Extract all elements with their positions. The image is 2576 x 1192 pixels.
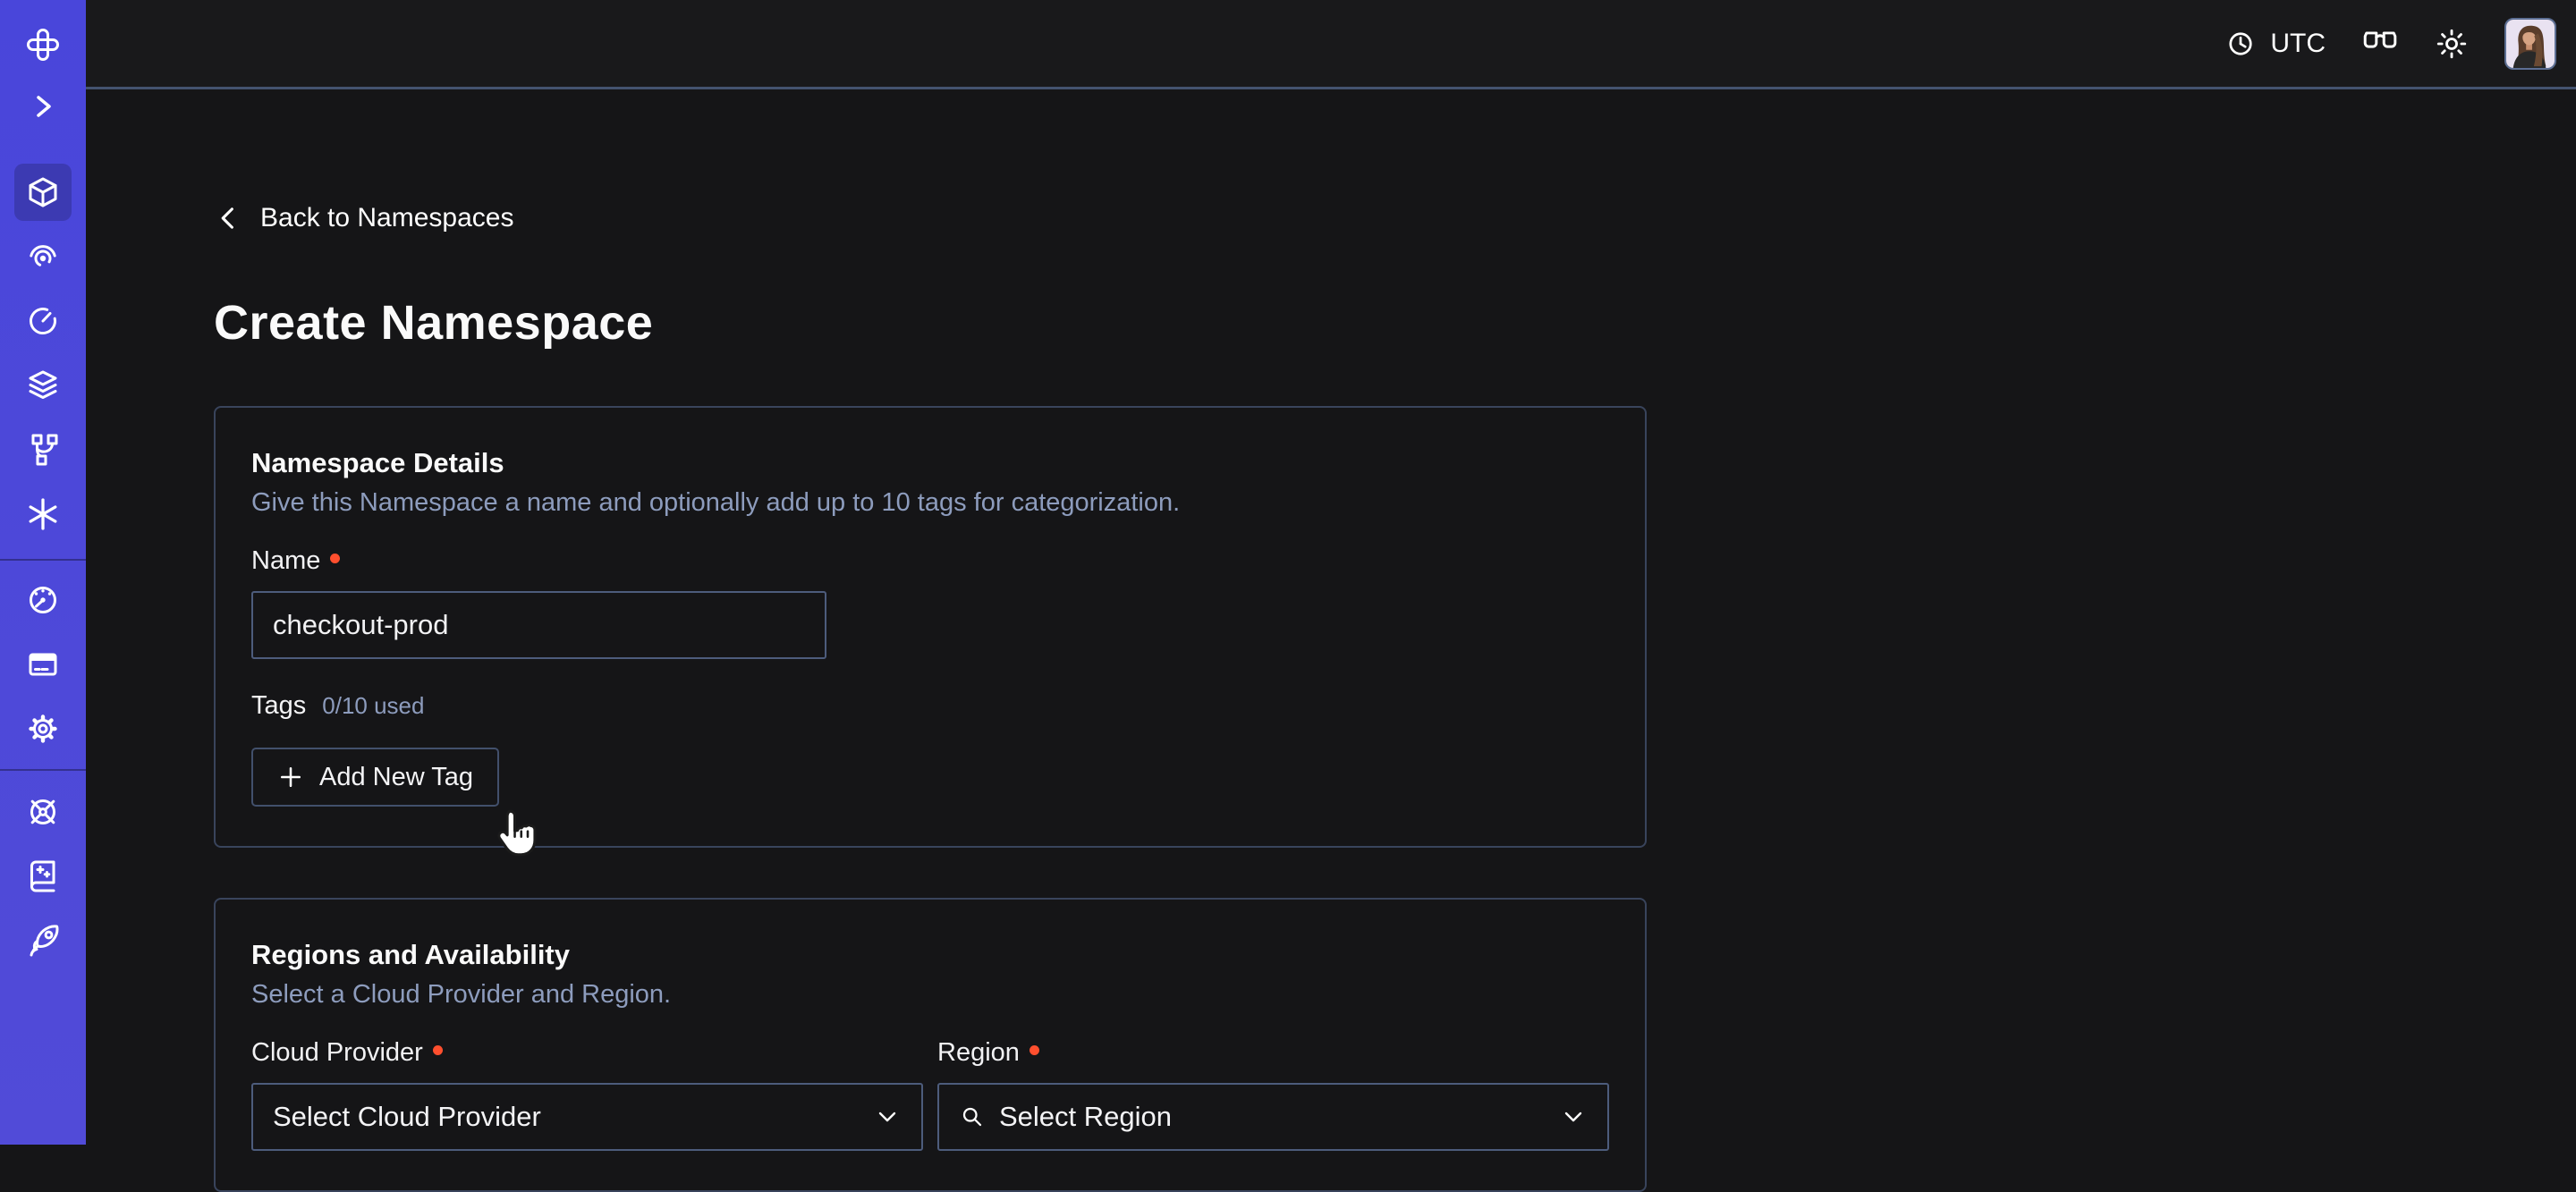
sidebar-item-namespaces[interactable] bbox=[14, 164, 72, 221]
settings-gear-icon bbox=[25, 711, 61, 747]
theme-toggle-button[interactable] bbox=[2435, 27, 2469, 61]
cloud-provider-field: Cloud Provider Select Cloud Provider bbox=[251, 1010, 923, 1151]
sidebar-divider bbox=[0, 769, 86, 771]
timezone-label: UTC bbox=[2270, 29, 2326, 59]
required-dot bbox=[330, 554, 340, 563]
cloud-provider-value: Select Cloud Provider bbox=[273, 1101, 541, 1133]
sidebar-expand-button[interactable] bbox=[14, 78, 72, 135]
plus-icon bbox=[277, 764, 304, 790]
sidebar-item-nexus[interactable] bbox=[14, 421, 72, 478]
sidebar-item-support[interactable] bbox=[14, 783, 72, 841]
sidebar-item-settings[interactable] bbox=[14, 700, 72, 757]
page-title: Create Namespace bbox=[214, 295, 2576, 351]
chevron-left-icon bbox=[214, 203, 244, 233]
namespace-name-input[interactable] bbox=[251, 591, 826, 659]
schedules-timer-icon bbox=[25, 303, 61, 339]
tags-label: Tags bbox=[251, 691, 306, 721]
timezone-select[interactable]: UTC bbox=[2224, 28, 2326, 60]
tags-count: 0/10 used bbox=[322, 692, 424, 720]
temporal-logo-icon bbox=[25, 27, 61, 63]
region-field: Region Select Region bbox=[937, 1010, 1609, 1151]
sidebar-divider bbox=[0, 559, 86, 561]
avatar-photo bbox=[2506, 20, 2555, 68]
docs-book-icon bbox=[25, 858, 61, 894]
chevron-down-icon bbox=[873, 1103, 902, 1131]
add-new-tag-label: Add New Tag bbox=[319, 763, 473, 792]
namespace-details-card: Namespace Details Give this Namespace a … bbox=[214, 406, 1647, 848]
billing-card-icon bbox=[25, 647, 61, 682]
sidebar bbox=[0, 0, 86, 1145]
glasses-icon bbox=[2361, 25, 2399, 63]
clock-icon bbox=[2224, 28, 2257, 60]
cloud-provider-select[interactable]: Select Cloud Provider bbox=[251, 1083, 923, 1151]
user-avatar[interactable] bbox=[2504, 18, 2556, 70]
sun-icon bbox=[2435, 27, 2469, 61]
name-label-text: Name bbox=[251, 546, 320, 576]
namespaces-cube-icon bbox=[25, 174, 61, 210]
cloud-provider-label: Cloud Provider bbox=[251, 1038, 923, 1068]
region-label: Region bbox=[937, 1038, 1609, 1068]
main-content: Back to Namespaces Create Namespace Name… bbox=[86, 92, 2576, 1145]
region-value: Select Region bbox=[999, 1101, 1172, 1133]
chevron-down-icon bbox=[1559, 1103, 1588, 1131]
card-subtitle: Give this Namespace a name and optionall… bbox=[251, 488, 1609, 518]
search-icon bbox=[959, 1103, 986, 1130]
cloud-provider-label-text: Cloud Provider bbox=[251, 1038, 423, 1068]
add-new-tag-button[interactable]: Add New Tag bbox=[251, 748, 499, 807]
tags-label-row: Tags 0/10 used bbox=[251, 691, 1609, 721]
required-dot bbox=[433, 1045, 443, 1055]
temporal-logo-icon[interactable] bbox=[14, 16, 72, 73]
sidebar-item-batch-operations[interactable] bbox=[14, 486, 72, 543]
batch-asterisk-icon bbox=[25, 496, 61, 532]
region-label-text: Region bbox=[937, 1038, 1020, 1068]
sidebar-item-workflows[interactable] bbox=[14, 228, 72, 285]
card-title: Regions and Availability bbox=[251, 939, 1609, 971]
deployments-layers-icon bbox=[25, 368, 61, 403]
topbar: UTC bbox=[86, 0, 2576, 89]
region-select[interactable]: Select Region bbox=[937, 1083, 1609, 1151]
name-field-label: Name bbox=[251, 546, 1609, 576]
sidebar-item-getting-started[interactable] bbox=[14, 912, 72, 969]
chevron-right-icon bbox=[25, 89, 61, 124]
support-helm-icon bbox=[25, 794, 61, 830]
sidebar-item-deployments[interactable] bbox=[14, 357, 72, 414]
sidebar-item-docs[interactable] bbox=[14, 848, 72, 905]
back-to-namespaces-link[interactable]: Back to Namespaces bbox=[214, 203, 513, 233]
sidebar-item-usage[interactable] bbox=[14, 571, 72, 629]
card-title: Namespace Details bbox=[251, 447, 1609, 479]
required-dot bbox=[1030, 1045, 1039, 1055]
getting-started-rocket-icon bbox=[25, 923, 61, 959]
back-link-label: Back to Namespaces bbox=[260, 203, 513, 233]
workflows-spiral-icon bbox=[25, 239, 61, 275]
codec-server-button[interactable] bbox=[2361, 25, 2399, 63]
sidebar-item-billing[interactable] bbox=[14, 636, 72, 693]
sidebar-item-schedules[interactable] bbox=[14, 292, 72, 350]
regions-availability-card: Regions and Availability Select a Cloud … bbox=[214, 898, 1647, 1192]
nexus-branch-icon bbox=[25, 432, 61, 468]
usage-gauge-icon bbox=[25, 582, 61, 618]
card-subtitle: Select a Cloud Provider and Region. bbox=[251, 980, 1609, 1010]
